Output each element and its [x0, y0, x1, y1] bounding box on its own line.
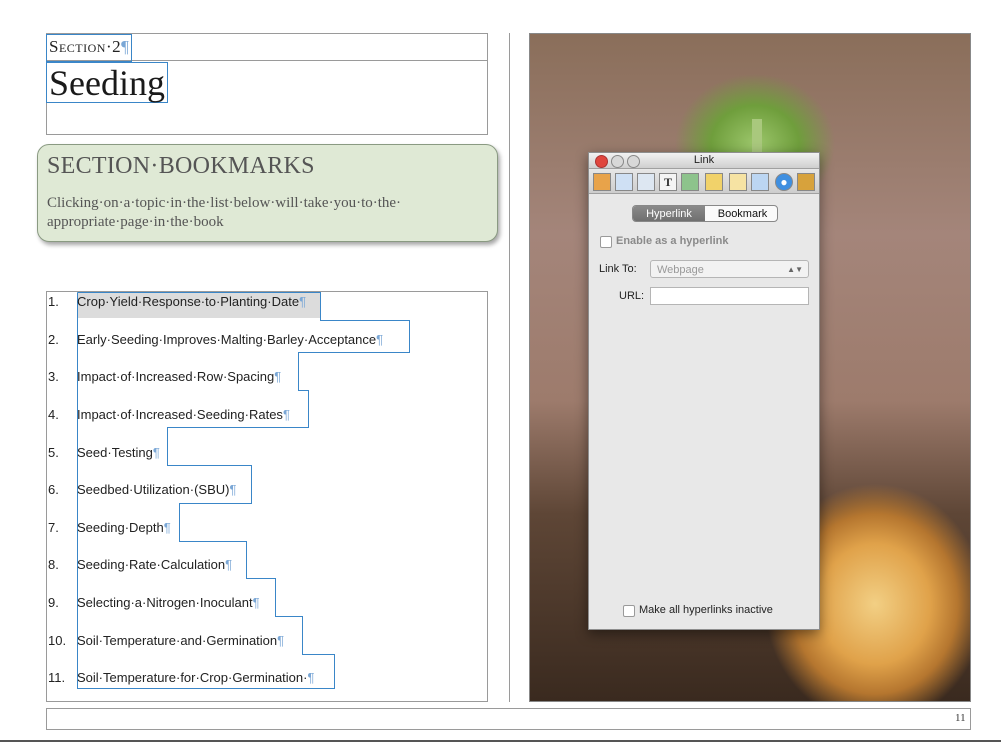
list-item[interactable]: Seeding·Rate·Calculation¶ — [77, 555, 232, 575]
pilcrow-mark: ¶ — [229, 482, 237, 497]
pilcrow-mark: ¶ — [376, 332, 384, 347]
pilcrow-mark: ¶ — [307, 670, 315, 685]
list-item[interactable]: Impact·of·Increased·Row·Spacing¶ — [77, 367, 281, 387]
link-to-label: Link To: — [599, 263, 637, 275]
list-item[interactable]: Soil·Temperature·and·Germination¶ — [77, 631, 284, 651]
list-number: 7. — [48, 520, 59, 535]
list-item[interactable]: Seedbed·Utilization·(SBU)¶ — [77, 480, 236, 500]
list-item[interactable]: Early·Seeding·Improves·Malting·Barley·Ac… — [77, 330, 383, 350]
pilcrow-mark: ¶ — [252, 595, 260, 610]
page-number: 11 — [955, 712, 966, 724]
list-number: 2. — [48, 332, 59, 347]
inspector-titlebar[interactable]: Link — [589, 153, 819, 169]
list-number: 9. — [48, 595, 59, 610]
list-item-label: Seeding·Rate·Calculation — [77, 557, 226, 572]
list-item-label: Seeding·Depth — [77, 520, 164, 535]
list-item[interactable]: Seeding·Depth¶ — [77, 518, 171, 538]
list-item-label: Selecting·a·Nitrogen·Inoculant — [77, 595, 253, 610]
table-icon[interactable] — [729, 173, 747, 191]
pilcrow-mark: ¶ — [277, 633, 285, 648]
url-label: URL: — [619, 290, 645, 302]
list-item-label: Early·Seeding·Improves·Malting·Barley·Ac… — [77, 332, 377, 347]
footer-box — [46, 708, 971, 730]
url-input[interactable] — [650, 287, 809, 305]
list-item-label: Seedbed·Utilization·(SBU) — [77, 482, 230, 497]
metrics-icon[interactable] — [705, 173, 723, 191]
enable-hyperlink-label: Enable as a hyperlink — [616, 235, 729, 247]
inactive-links-label: Make all hyperlinks inactive — [639, 604, 773, 616]
list-item-label: Soil·Temperature·for·Crop·Germination· — [77, 670, 308, 685]
list-item[interactable]: Impact·of·Increased·Seeding·Rates¶ — [77, 405, 290, 425]
layout-icon[interactable] — [615, 173, 633, 191]
list-number: 10. — [48, 633, 67, 648]
list-item-label: Seed·Testing — [77, 445, 153, 460]
pilcrow-mark: ¶ — [163, 520, 171, 535]
document-icon[interactable] — [593, 173, 611, 191]
list-item[interactable]: Crop·Yield·Response·to·Planting·Date¶ — [77, 292, 306, 312]
inspector-title: Link — [693, 154, 715, 166]
up-down-arrow-icon: ▲▼ — [787, 265, 803, 274]
list-number: 5. — [48, 445, 59, 460]
list-number: 3. — [48, 369, 59, 384]
link-type-tabs: Hyperlink Bookmark — [632, 205, 778, 222]
list-number: 6. — [48, 482, 59, 497]
list-item[interactable]: Selecting·a·Nitrogen·Inoculant¶ — [77, 593, 260, 613]
list-number: 11. — [48, 670, 66, 685]
pilcrow-mark: ¶ — [225, 557, 233, 572]
link-inspector-window: Link T ● Hyperlink Bookmark Enable as a … — [588, 152, 820, 630]
page-divider — [509, 33, 510, 702]
list-item-label: Soil·Temperature·and·Germination — [77, 633, 278, 648]
graphic-icon[interactable] — [681, 173, 699, 191]
inspector-toolbar: T ● — [589, 170, 819, 194]
text-icon[interactable]: T — [659, 173, 677, 191]
pilcrow-mark: ¶ — [152, 445, 160, 460]
link-to-select[interactable]: Webpage ▲▼ — [650, 260, 809, 278]
list-number: 1. — [48, 294, 59, 309]
list-item-label: Impact·of·Increased·Row·Spacing — [77, 369, 275, 384]
inactive-links-checkbox[interactable] — [623, 605, 635, 617]
list-item-label: Crop·Yield·Response·to·Planting·Date — [77, 294, 300, 309]
quicktime-icon[interactable] — [797, 173, 815, 191]
chart-icon[interactable] — [751, 173, 769, 191]
link-icon[interactable]: ● — [775, 173, 793, 191]
pilcrow-mark: ¶ — [299, 294, 307, 309]
list-item[interactable]: Soil·Temperature·for·Crop·Germination·¶ — [77, 668, 314, 688]
list-item-label: Impact·of·Increased·Seeding·Rates — [77, 407, 283, 422]
list-number: 8. — [48, 557, 59, 572]
link-to-value: Webpage — [657, 264, 704, 276]
list-item[interactable]: Seed·Testing¶ — [77, 443, 160, 463]
list-number: 4. — [48, 407, 59, 422]
wrap-icon[interactable] — [637, 173, 655, 191]
pilcrow-mark: ¶ — [274, 369, 282, 384]
pilcrow-mark: ¶ — [282, 407, 290, 422]
tab-bookmark[interactable]: Bookmark — [706, 206, 777, 221]
bottom-rule — [0, 740, 1001, 742]
tab-hyperlink[interactable]: Hyperlink — [633, 206, 705, 221]
enable-hyperlink-checkbox[interactable] — [600, 236, 612, 248]
